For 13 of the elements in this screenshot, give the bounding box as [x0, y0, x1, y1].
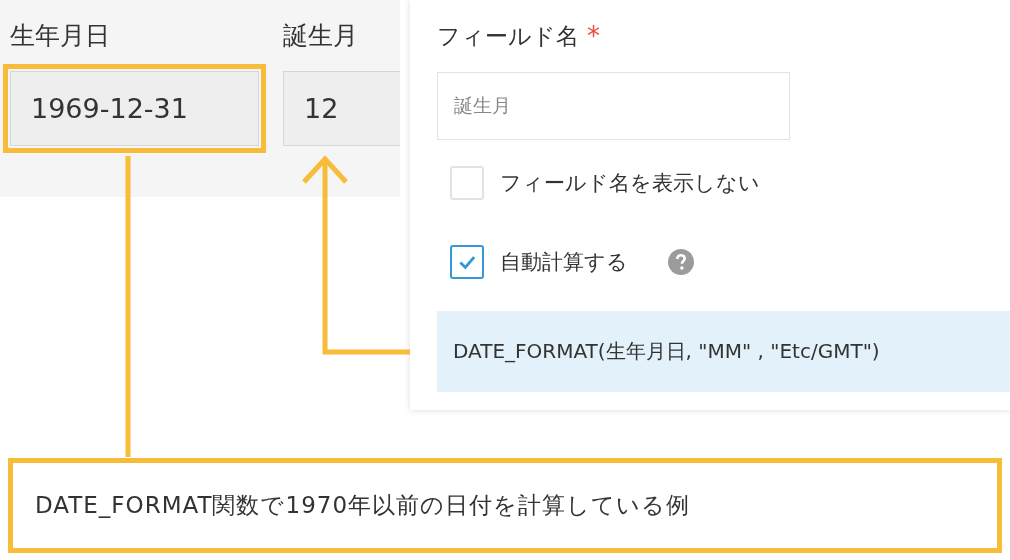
checkbox[interactable] — [450, 245, 484, 279]
required-mark: * — [587, 21, 600, 51]
value-field: 1969-12-31 — [10, 71, 259, 146]
formula-box: DATE_FORMAT(生年月日, "MM" , "Etc/GMT") — [437, 311, 1010, 392]
field-label: 生年月日 — [10, 20, 111, 52]
value-field: 12 — [283, 71, 400, 146]
checkbox-label: 自動計算する — [500, 249, 628, 276]
field-label: 誕生月 — [283, 20, 359, 52]
help-icon[interactable] — [668, 249, 694, 275]
caption: DATE_FORMAT関数で1970年以前の日付を計算している例 — [8, 458, 1002, 553]
input-field[interactable]: 誕生月 — [437, 72, 790, 140]
field-label: フィールド名 — [437, 21, 579, 51]
checkbox-label: フィールド名を表示しない — [500, 170, 760, 197]
